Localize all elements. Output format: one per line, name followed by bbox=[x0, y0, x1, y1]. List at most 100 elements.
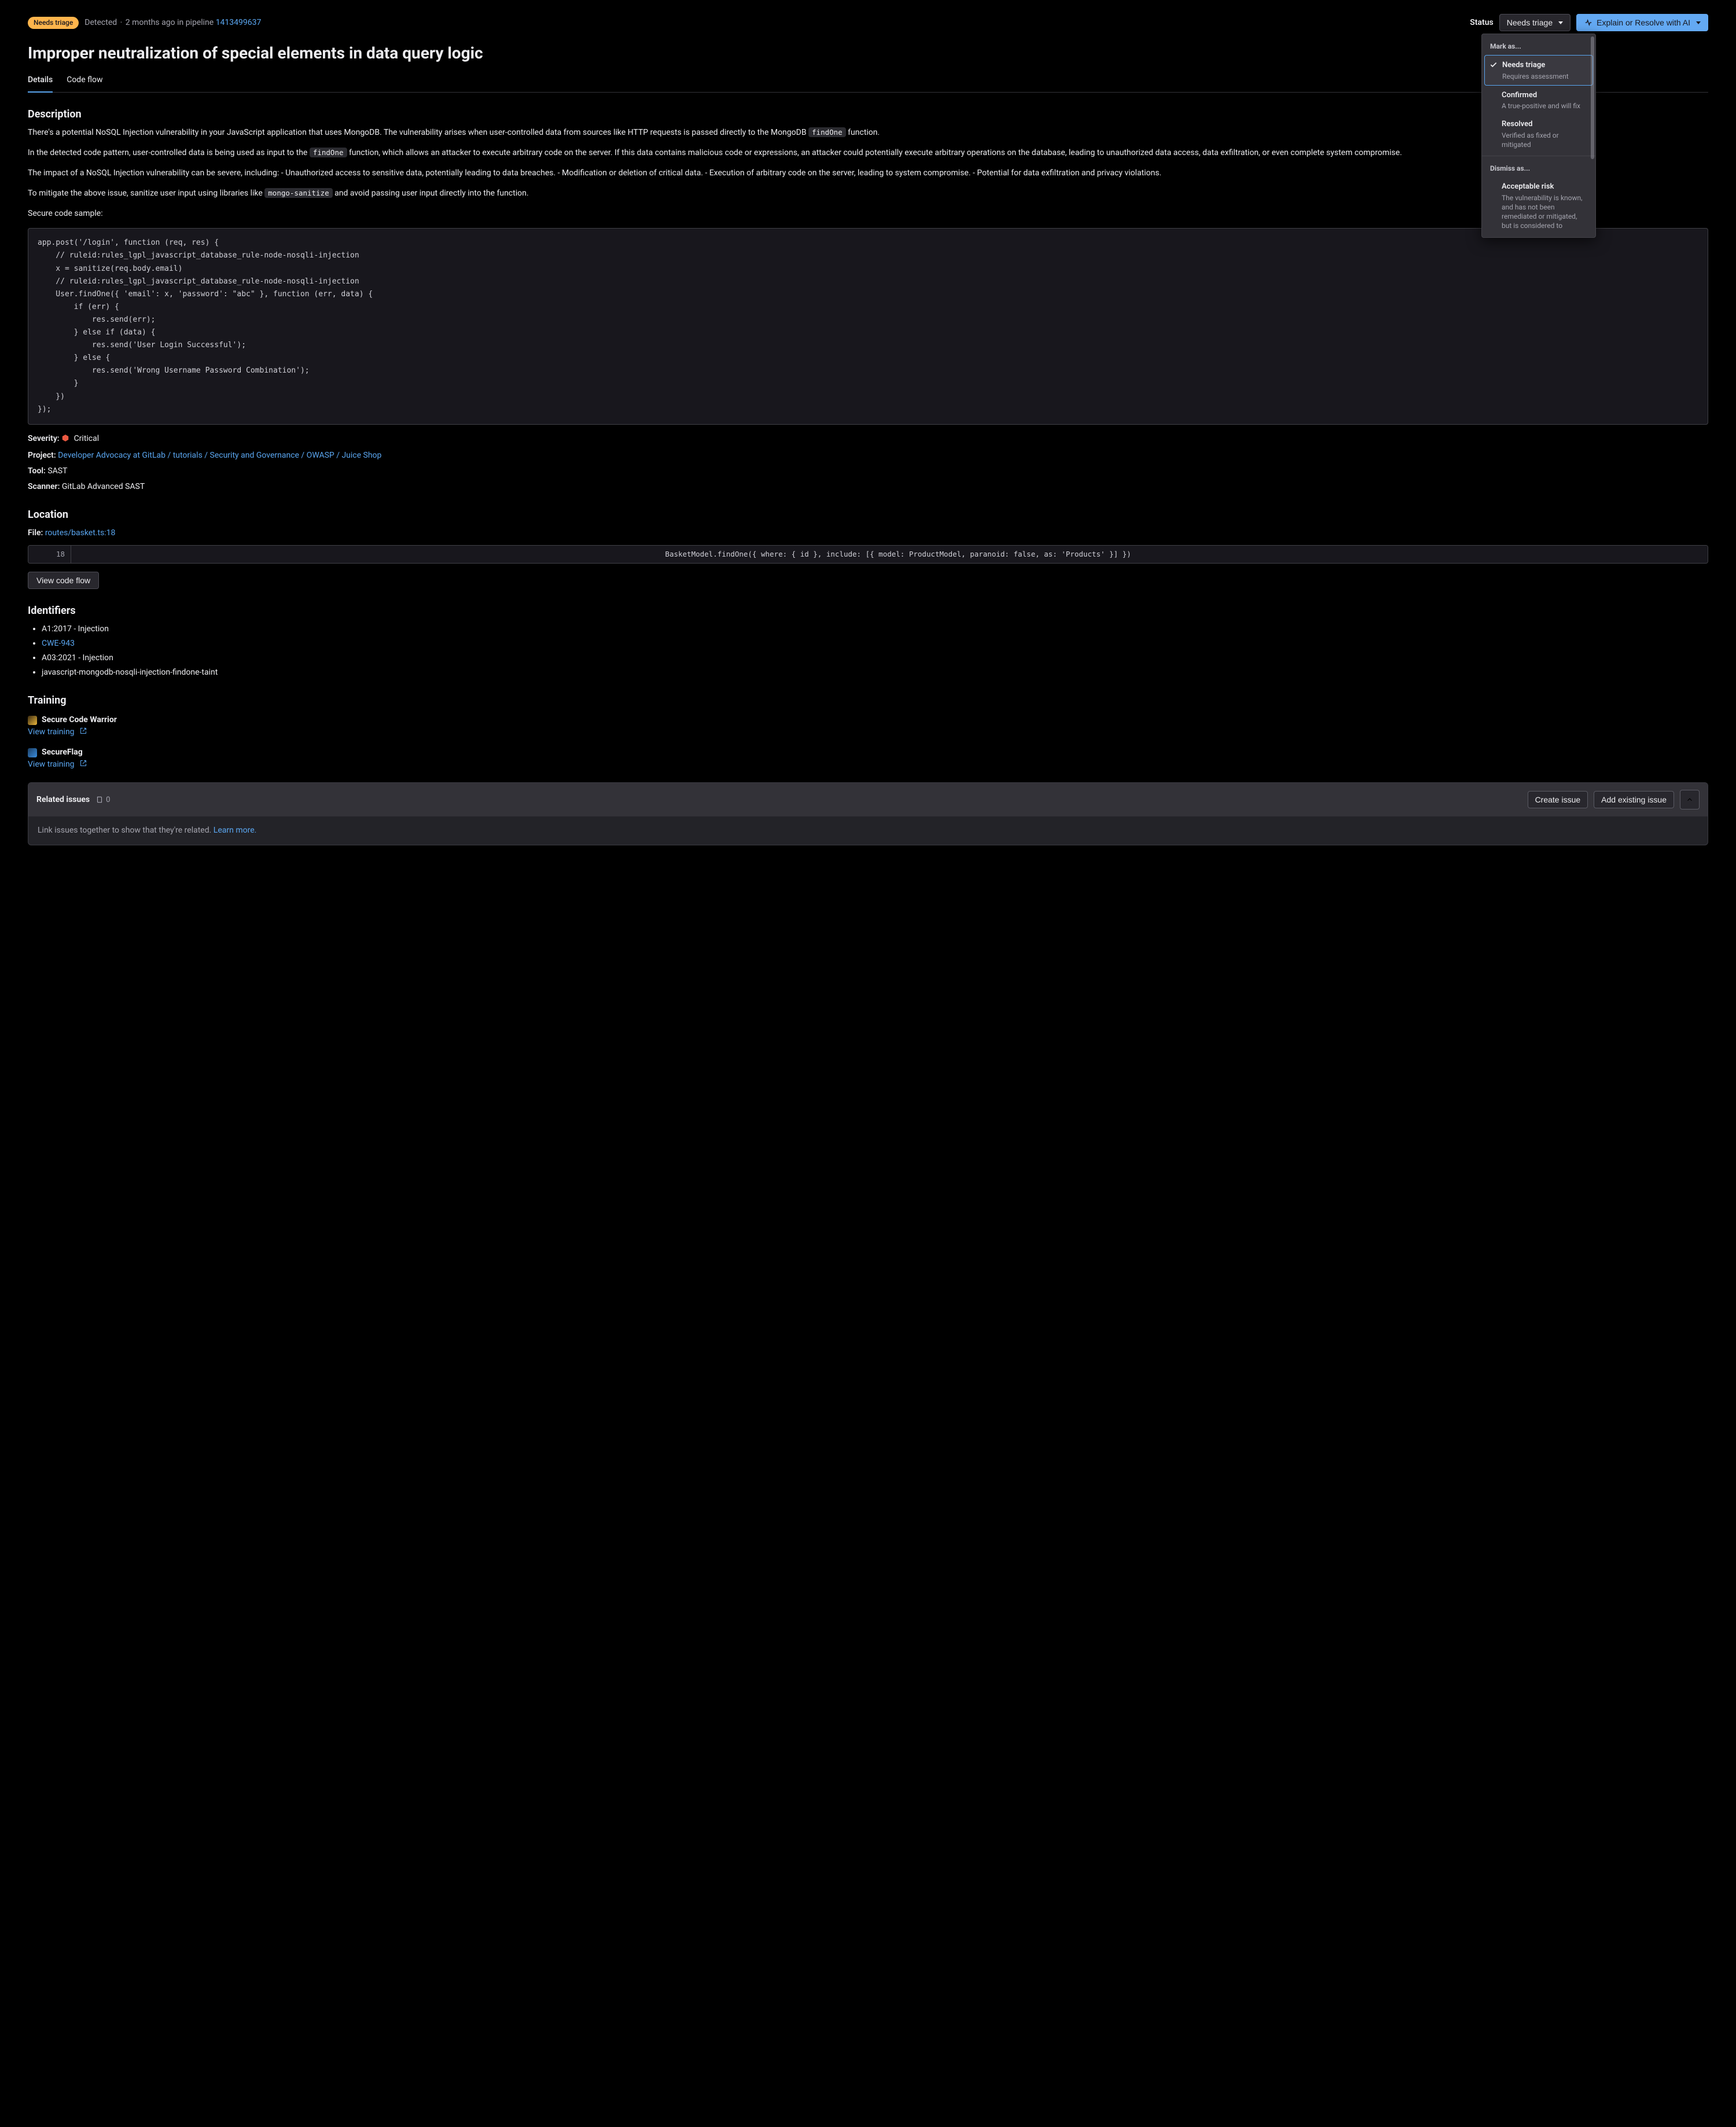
provider-icon bbox=[28, 716, 37, 725]
status-option-title: Resolved bbox=[1502, 119, 1588, 130]
chevron-up-icon bbox=[1686, 796, 1694, 804]
severity-value: Critical bbox=[74, 434, 100, 443]
ai-button-label: Explain or Resolve with AI bbox=[1597, 18, 1690, 27]
training-link[interactable]: View training bbox=[28, 727, 87, 737]
description-p1: There's a potential NoSQL Injection vuln… bbox=[28, 127, 1708, 139]
dropdown-section-dismiss-as: Dismiss as... bbox=[1484, 159, 1593, 177]
project-label: Project: bbox=[28, 451, 56, 460]
severity-row: Severity: Critical bbox=[28, 433, 1708, 446]
status-dropdown-menu[interactable]: Mark as... Needs triage Requires assessm… bbox=[1481, 34, 1596, 238]
inline-code: findOne bbox=[310, 148, 347, 157]
section-description: Description bbox=[28, 106, 1708, 122]
status-dropdown-button[interactable]: Needs triage bbox=[1499, 14, 1571, 31]
ai-sparkle-icon bbox=[1584, 18, 1593, 27]
chevron-down-icon bbox=[1558, 21, 1563, 24]
list-item: CWE-943 bbox=[42, 638, 1708, 650]
status-option-title: Acceptable risk bbox=[1502, 181, 1588, 193]
hexagon-critical-icon bbox=[61, 434, 69, 446]
identifier-link[interactable]: CWE-943 bbox=[42, 639, 75, 648]
training-provider: SecureFlag View training bbox=[28, 746, 1708, 771]
tab-details[interactable]: Details bbox=[28, 68, 53, 92]
project-row: Project: Developer Advocacy at GitLab / … bbox=[28, 450, 1708, 462]
scanner-row: Scanner: GitLab Advanced SAST bbox=[28, 481, 1708, 493]
related-issues-header: Related issues 0 Create issue Add existi… bbox=[28, 783, 1708, 816]
tab-code-flow[interactable]: Code flow bbox=[67, 68, 102, 92]
description-p4: To mitigate the above issue, sanitize us… bbox=[28, 187, 1708, 200]
tool-row: Tool: SAST bbox=[28, 465, 1708, 477]
text: function, which allows an attacker to ex… bbox=[347, 148, 1402, 157]
provider-name: SecureFlag bbox=[42, 746, 83, 759]
related-count: 0 bbox=[95, 794, 110, 806]
status-dropdown-value: Needs triage bbox=[1507, 18, 1553, 27]
link-text: View training bbox=[28, 760, 75, 769]
count-value: 0 bbox=[106, 794, 110, 806]
chevron-down-icon bbox=[1696, 21, 1701, 24]
collapse-panel-button[interactable] bbox=[1680, 790, 1700, 809]
link-icon bbox=[95, 796, 104, 804]
view-code-flow-button[interactable]: View code flow bbox=[28, 572, 99, 589]
status-option-title: Confirmed bbox=[1502, 90, 1580, 101]
project-link[interactable]: Developer Advocacy at GitLab / tutorials… bbox=[58, 451, 381, 460]
list-item: javascript-mongodb-nosqli-injection-find… bbox=[42, 667, 1708, 679]
link-text: View training bbox=[28, 727, 75, 737]
check-icon bbox=[1489, 61, 1498, 73]
line-number: 18 bbox=[28, 546, 71, 564]
list-item: A03:2021 - Injection bbox=[42, 652, 1708, 664]
status-option-subtitle: The vulnerability is known, and has not … bbox=[1502, 193, 1588, 231]
scanner-label: Scanner: bbox=[28, 482, 60, 491]
related-body: Link issues together to show that they'r… bbox=[28, 816, 1708, 845]
inline-code: mongo-sanitize bbox=[264, 188, 332, 198]
triage-badge: Needs triage bbox=[28, 17, 79, 29]
identifier-list: A1:2017 - Injection CWE-943 A03:2021 - I… bbox=[28, 623, 1708, 679]
provider-icon bbox=[28, 748, 37, 757]
related-title: Related issues bbox=[36, 794, 90, 806]
external-link-icon bbox=[80, 726, 87, 738]
vulnerability-title: Improper neutralization of special eleme… bbox=[28, 43, 1708, 64]
list-item: A1:2017 - Injection bbox=[42, 623, 1708, 635]
scrollbar-thumb[interactable] bbox=[1591, 36, 1594, 159]
training-link[interactable]: View training bbox=[28, 760, 87, 769]
text: function. bbox=[846, 128, 880, 137]
status-option-confirmed[interactable]: Confirmed A true-positive and will fix bbox=[1484, 86, 1593, 115]
line-code: BasketModel.findOne({ where: { id }, inc… bbox=[71, 546, 1708, 564]
section-location: Location bbox=[28, 507, 1708, 522]
tool-value: SAST bbox=[47, 466, 67, 476]
pipeline-link[interactable]: 1413499637 bbox=[216, 18, 262, 27]
detected-time: 2 months ago bbox=[126, 18, 175, 27]
text: There's a potential NoSQL Injection vuln… bbox=[28, 128, 808, 137]
description-p3: The impact of a NoSQL Injection vulnerab… bbox=[28, 167, 1708, 179]
detected-meta: Detected · 2 months ago in pipeline 1413… bbox=[84, 17, 261, 29]
related-issues-panel: Related issues 0 Create issue Add existi… bbox=[28, 782, 1708, 845]
inline-code: findOne bbox=[808, 127, 846, 137]
status-option-needs-triage[interactable]: Needs triage Requires assessment bbox=[1484, 55, 1593, 86]
add-existing-issue-button[interactable]: Add existing issue bbox=[1594, 791, 1674, 808]
sample-label: Secure code sample: bbox=[28, 208, 1708, 220]
status-option-title: Needs triage bbox=[1502, 60, 1569, 71]
text: In the detected code pattern, user-contr… bbox=[28, 148, 310, 157]
pipeline-word: pipeline bbox=[186, 18, 214, 27]
text: and avoid passing user input directly in… bbox=[333, 189, 529, 198]
status-option-acceptable-risk[interactable]: Acceptable risk The vulnerability is kno… bbox=[1484, 177, 1593, 234]
dropdown-scrollbar[interactable] bbox=[1591, 36, 1594, 235]
create-issue-button[interactable]: Create issue bbox=[1528, 791, 1588, 808]
status-option-subtitle: Requires assessment bbox=[1502, 72, 1569, 81]
file-link[interactable]: routes/basket.ts:18 bbox=[45, 528, 116, 538]
explain-resolve-ai-button[interactable]: Explain or Resolve with AI bbox=[1576, 14, 1708, 31]
status-word: Status bbox=[1470, 17, 1493, 29]
tool-label: Tool: bbox=[28, 466, 46, 476]
detected-in: in bbox=[177, 18, 183, 27]
tab-bar: Details Code flow bbox=[28, 68, 1708, 93]
location-code-line: 18 BasketModel.findOne({ where: { id }, … bbox=[28, 545, 1708, 564]
status-option-subtitle: A true-positive and will fix bbox=[1502, 101, 1580, 111]
separator-dot: · bbox=[120, 18, 123, 27]
status-option-resolved[interactable]: Resolved Verified as fixed or mitigated bbox=[1484, 115, 1593, 153]
detected-label: Detected bbox=[84, 18, 117, 27]
scanner-value: GitLab Advanced SAST bbox=[62, 482, 145, 491]
provider-name: Secure Code Warrior bbox=[42, 714, 117, 726]
secure-code-sample: app.post('/login', function (req, res) {… bbox=[28, 228, 1708, 424]
section-training: Training bbox=[28, 693, 1708, 708]
status-option-subtitle: Verified as fixed or mitigated bbox=[1502, 131, 1588, 149]
learn-more-link[interactable]: Learn more. bbox=[214, 826, 257, 835]
text: To mitigate the above issue, sanitize us… bbox=[28, 189, 264, 198]
severity-label: Severity: bbox=[28, 434, 60, 443]
